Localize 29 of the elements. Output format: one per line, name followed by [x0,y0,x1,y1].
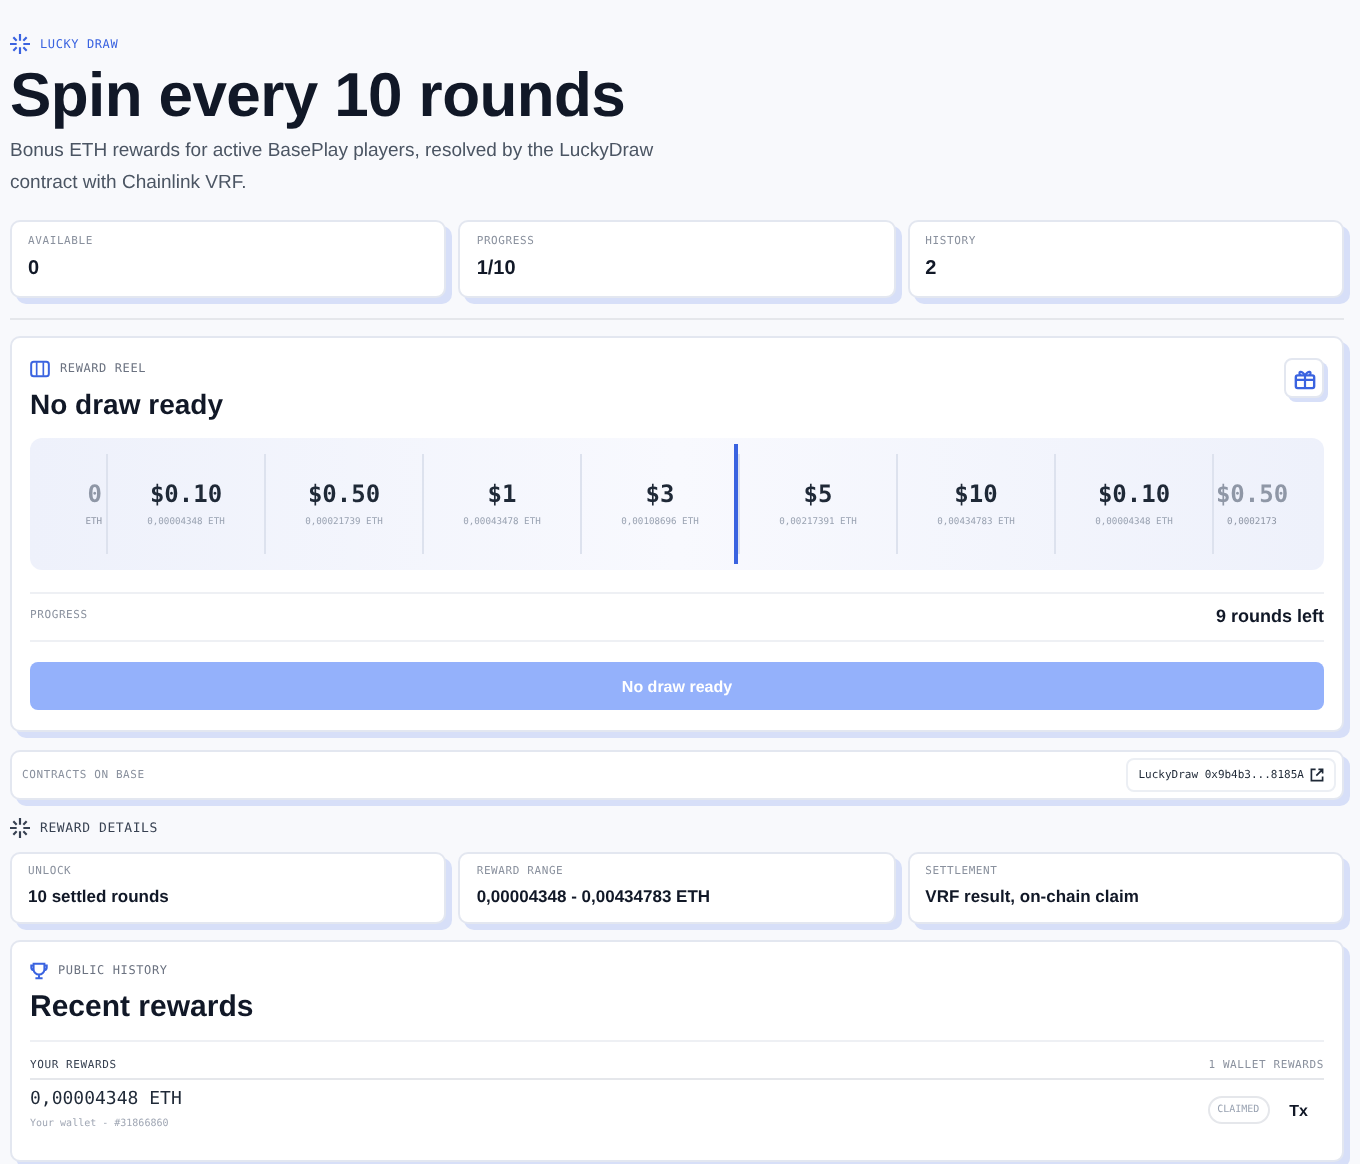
sparkle-icon [10,34,30,54]
gift-icon [1293,367,1315,389]
card-title: Recent rewards [30,990,256,1024]
sparkle-icon [10,818,30,838]
reward-amount: 0,00004348 ETH [30,1090,182,1110]
stat-value: 0,00004348 - 0,00434783 ETH [476,886,713,906]
stat-value: 10 settled rounds [28,886,171,906]
page-title: Spin every 10 rounds [10,60,628,132]
reward-amount: $10 [954,480,998,508]
external-link-icon [1310,768,1324,782]
ticket-icon [30,359,50,377]
stat-value: 0 [28,258,42,280]
card-title: No draw ready [30,388,223,420]
reward-amount: 0 [87,480,102,508]
stat-value: 2 [925,258,939,280]
trophy-icon [30,961,48,979]
reward-amount: $3 [645,480,675,508]
reward-amount: $0.50 [1215,480,1289,508]
description: Bonus ETH rewards for active BasePlay players, resolved by the LuckyDraw contract with Chainlink VRF. [10,138,656,198]
reward-amount: $1 [487,480,517,508]
tx-link[interactable]: Tx [1289,1101,1308,1119]
reward-amount: $0.50 [307,480,381,508]
reward-amount: $5 [803,480,833,508]
rounds-left: 9 rounds left [1215,606,1324,626]
reward-amount: $0.10 [1097,480,1171,508]
stat-value: VRF result, on-chain claim [925,886,1141,906]
reward-amount: $0.10 [149,480,223,508]
gift-button[interactable] [1284,358,1324,398]
stat-value: 1/10 [476,258,518,280]
